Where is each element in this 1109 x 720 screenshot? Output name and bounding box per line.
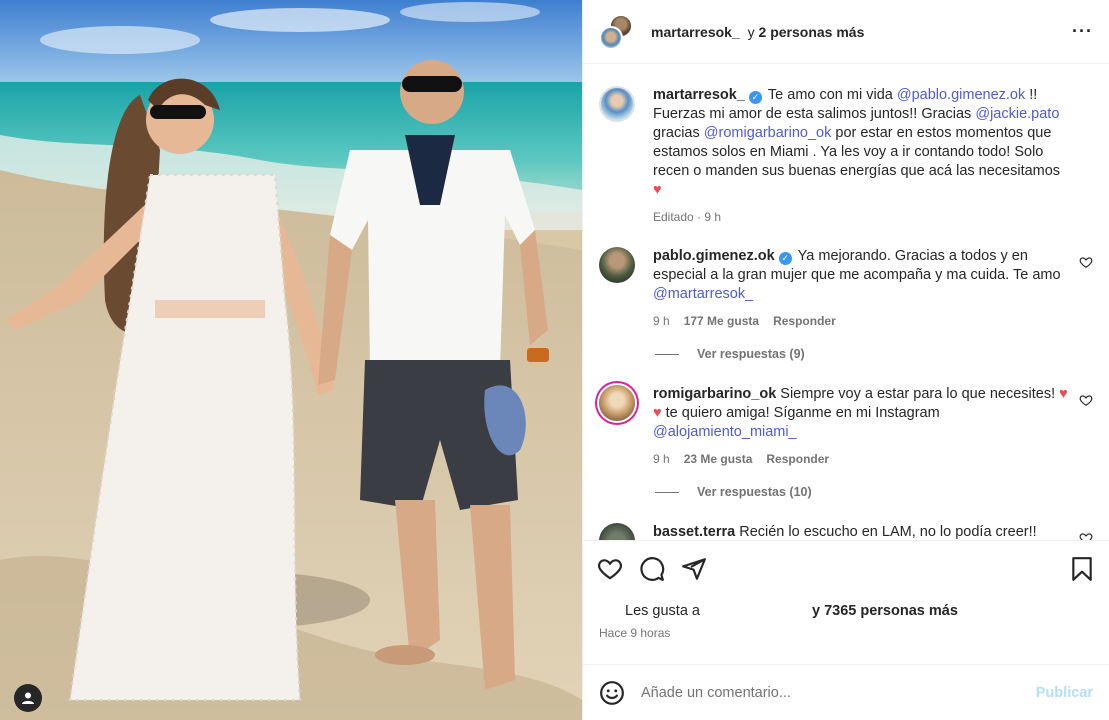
comment-username[interactable]: basset.terra xyxy=(653,524,735,540)
verified-icon: ✓ xyxy=(778,252,792,265)
comment-input[interactable] xyxy=(641,684,1036,701)
reply-button[interactable]: Responder xyxy=(766,450,829,469)
avatar[interactable] xyxy=(599,385,635,421)
comment-icon[interactable] xyxy=(639,556,665,582)
collab-avatars[interactable] xyxy=(599,13,633,50)
caption-text: gracias xyxy=(653,125,700,141)
avatar xyxy=(599,25,623,50)
view-replies-button[interactable]: Ver respuestas (10) xyxy=(655,485,1093,499)
avatar[interactable] xyxy=(599,86,635,122)
comment-text: Siempre voy a estar para lo que necesite… xyxy=(780,386,1056,402)
share-send-icon[interactable] xyxy=(681,556,707,582)
header-username[interactable]: martarresok_ xyxy=(651,24,740,40)
comments-list[interactable]: martarresok_ ✓ Te amo con mi vida @pablo.g… xyxy=(583,64,1109,540)
caption-username[interactable]: martarresok_ xyxy=(653,87,745,103)
verified-icon: ✓ xyxy=(748,91,762,104)
emoji-icon[interactable] xyxy=(599,680,625,706)
likes-prefix: Les gusta a xyxy=(625,603,700,619)
beach-photo-illustration xyxy=(0,0,582,720)
collaborators-link[interactable]: y 2 personas más xyxy=(744,24,865,40)
more-options-icon[interactable]: ··· xyxy=(1072,21,1093,42)
view-replies-label: Ver respuestas (9) xyxy=(697,347,805,361)
collaborators-prefix: y xyxy=(747,23,755,40)
comment-time[interactable]: 9 h xyxy=(653,312,670,331)
post-actions xyxy=(583,540,1109,596)
person-icon xyxy=(22,692,34,704)
mention-link[interactable]: @romigarbarino_ok xyxy=(704,125,832,141)
view-replies-label: Ver respuestas (10) xyxy=(697,485,812,499)
post-header: martarresok_ y 2 personas más ··· xyxy=(583,0,1109,64)
comment-item: basset.terra Recién lo escucho en LAM, no… xyxy=(599,523,1093,540)
comment-time[interactable]: 9 h xyxy=(653,450,670,469)
likes-summary[interactable]: Les gusta a y 7365 personas más xyxy=(583,596,1109,626)
heart-icon[interactable] xyxy=(1079,255,1093,269)
post-time[interactable]: Hace 9 horas xyxy=(583,626,1109,650)
add-comment-bar: Publicar xyxy=(583,664,1109,720)
post-detail-panel: martarresok_ y 2 personas más ··· martar… xyxy=(582,0,1109,720)
heart-icon[interactable] xyxy=(1079,393,1093,407)
view-replies-button[interactable]: Ver respuestas (9) xyxy=(655,347,1093,361)
mention-link[interactable]: @pablo.gimenez.ok xyxy=(897,87,1025,103)
mention-link[interactable]: @alojamiento_miami_ xyxy=(653,424,797,440)
like-heart-icon[interactable] xyxy=(597,556,623,582)
divider xyxy=(655,353,679,355)
caption-text: Te amo con mi vida xyxy=(767,87,893,103)
avatar[interactable] xyxy=(599,247,635,283)
mention-link[interactable]: @martarresok_ xyxy=(653,286,753,302)
comment-item: romigarbarino_ok Siempre voy a estar para… xyxy=(599,385,1093,469)
comment-likes[interactable]: 23 Me gusta xyxy=(684,450,753,469)
divider xyxy=(655,491,679,493)
tagged-users-button[interactable] xyxy=(14,684,42,712)
comment-username[interactable]: romigarbarino_ok xyxy=(653,386,776,402)
comment-username[interactable]: pablo.gimenez.ok xyxy=(653,248,775,264)
heart-emoji-icon: ♥ xyxy=(653,182,662,198)
comment-likes[interactable]: 177 Me gusta xyxy=(684,312,759,331)
collaborators-count: 2 personas más xyxy=(758,23,865,40)
post-photo[interactable] xyxy=(0,0,582,720)
mention-link[interactable]: @jackie.pato xyxy=(975,106,1059,122)
bookmark-icon[interactable] xyxy=(1069,556,1095,582)
heart-icon[interactable] xyxy=(1079,531,1093,540)
caption-meta: Editado · 9 h xyxy=(653,210,722,224)
comment-text: te quiero amiga! Síganme en mi Instagram xyxy=(665,405,940,421)
comment-item: pablo.gimenez.ok ✓ Ya mejorando. Gracias a… xyxy=(599,247,1093,331)
likes-count[interactable]: y 7365 personas más xyxy=(812,603,958,619)
reply-button[interactable]: Responder xyxy=(773,312,836,331)
avatar[interactable] xyxy=(599,523,635,540)
post-comment-button[interactable]: Publicar xyxy=(1036,685,1093,701)
caption: martarresok_ ✓ Te amo con mi vida @pablo.g… xyxy=(599,86,1093,227)
